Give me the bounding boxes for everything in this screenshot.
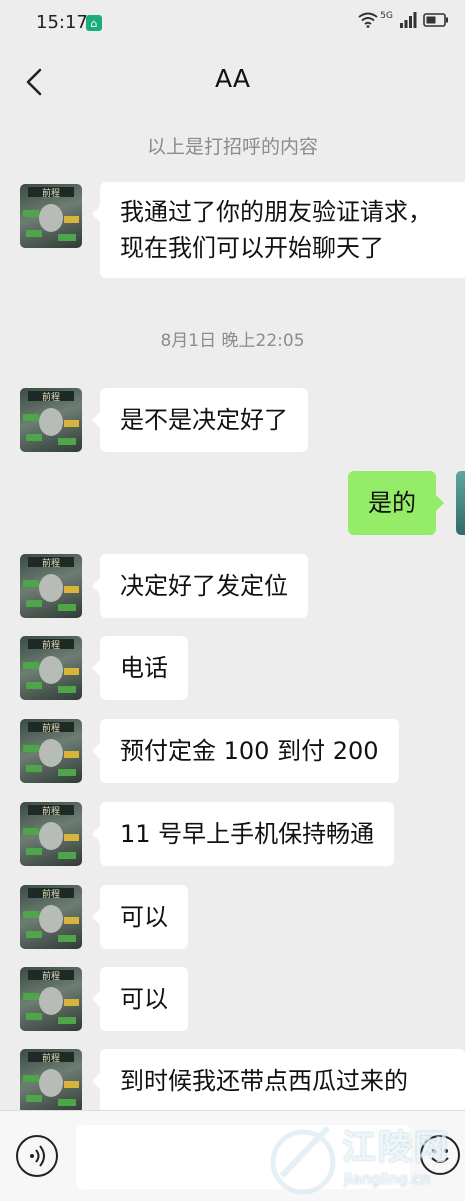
- chat-title: AA: [215, 64, 250, 93]
- message-text: 决定好了发定位: [120, 572, 288, 600]
- home-notification-icon: ⌂: [86, 15, 102, 31]
- message-bubble-left[interactable]: 可以: [92, 967, 188, 1031]
- status-time: 15:17: [36, 12, 88, 33]
- message-text-line: 现在我们可以开始聊天了: [120, 234, 384, 262]
- message-bubble-left[interactable]: 可以: [92, 885, 188, 949]
- contact-avatar[interactable]: 前程: [20, 967, 82, 1031]
- network-type-label: 5G: [380, 11, 393, 21]
- contact-avatar[interactable]: 前程: [20, 554, 82, 618]
- message-bubble-left[interactable]: 电话: [92, 636, 188, 700]
- svg-text:前程: 前程: [42, 639, 60, 651]
- contact-avatar[interactable]: 前程: [20, 719, 82, 783]
- contact-avatar[interactable]: 前程: [20, 184, 82, 248]
- contact-avatar[interactable]: 前程: [20, 802, 82, 866]
- wifi-icon: [358, 12, 378, 28]
- chat-header: AA: [0, 46, 465, 118]
- svg-text:前程: 前程: [42, 722, 60, 734]
- contact-avatar[interactable]: 前程: [20, 388, 82, 452]
- message-text: 是不是决定好了: [120, 406, 288, 434]
- message-bubble-left[interactable]: 11 号早上手机保持畅通: [91, 802, 395, 866]
- site-watermark: 江陵网 jiangling.cn: [268, 1118, 465, 1200]
- message-text: 到时候我还带点西瓜过来的: [120, 1067, 408, 1095]
- message-text: 是的: [368, 489, 416, 517]
- message-text: 11 号早上手机保持畅通: [120, 820, 375, 848]
- watermark-logo: [270, 1125, 336, 1195]
- svg-text:前程: 前程: [42, 391, 60, 403]
- self-avatar[interactable]: [456, 471, 465, 535]
- svg-text:前程: 前程: [42, 557, 60, 569]
- status-icons: 5G: [358, 11, 449, 28]
- contact-avatar[interactable]: 前程: [20, 636, 82, 700]
- system-notice: 以上是打招呼的内容: [146, 136, 318, 158]
- message-bubble-left[interactable]: 到时候我还带点西瓜过来的: [92, 1049, 465, 1110]
- svg-text:前程: 前程: [42, 805, 60, 817]
- watermark-name: 江陵网: [342, 1128, 450, 1168]
- contact-avatar[interactable]: 前程: [20, 885, 82, 949]
- svg-text:前程: 前程: [42, 1052, 60, 1064]
- message-text: 可以: [120, 903, 168, 931]
- svg-text:前程: 前程: [42, 970, 60, 982]
- svg-text:前程: 前程: [42, 888, 60, 900]
- message-text: 可以: [120, 985, 168, 1013]
- message-bubble-left[interactable]: 是不是决定好了: [92, 388, 308, 452]
- status-bar: 15:17 ⌂ 5G: [0, 0, 465, 46]
- message-text: 预付定金 100 到付 200: [120, 737, 379, 765]
- message-list[interactable]: 以上是打招呼的内容 前程 我通过了你的朋友验证请求， 现在我们可以开始聊天了 8…: [0, 118, 465, 1110]
- message-bubble-right[interactable]: 是的: [348, 471, 444, 535]
- svg-text:前程: 前程: [42, 187, 60, 199]
- signal-icon: [400, 12, 417, 28]
- timestamp: 8月1日 晚上22:05: [160, 331, 305, 351]
- battery-icon: [423, 13, 448, 27]
- voice-icon[interactable]: [16, 1135, 58, 1177]
- message-text: 电话: [120, 654, 168, 682]
- message-bubble-left[interactable]: 我通过了你的朋友验证请求， 现在我们可以开始聊天了: [92, 182, 465, 278]
- message-bubble-left[interactable]: 决定好了发定位: [92, 554, 308, 618]
- message-bubble-left[interactable]: 预付定金 100 到付 200: [92, 719, 399, 783]
- watermark-url: jiangling.cn: [344, 1170, 431, 1188]
- contact-avatar[interactable]: 前程: [20, 1049, 82, 1110]
- message-text-line: 我通过了你的朋友验证请求，: [120, 198, 432, 226]
